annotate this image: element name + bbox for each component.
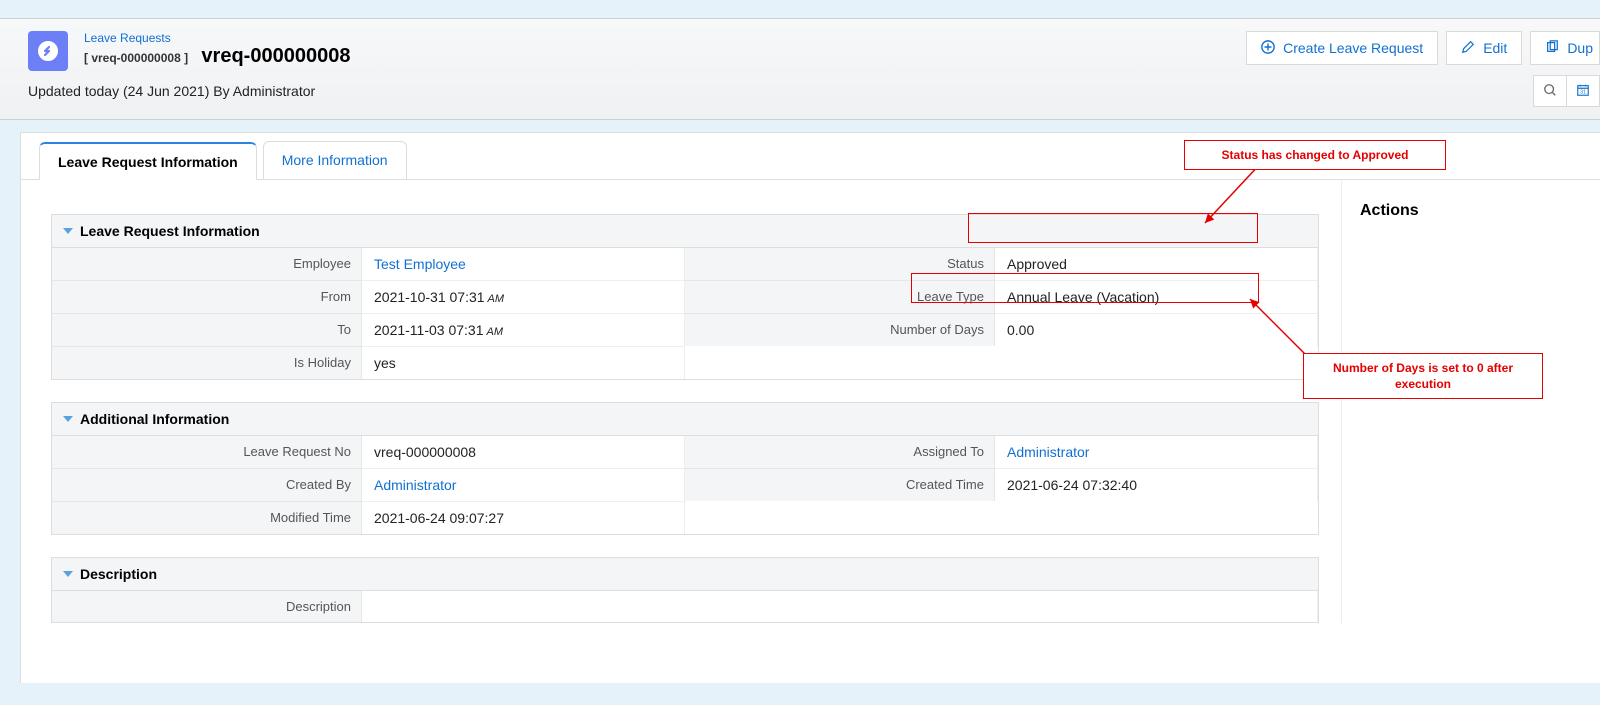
createdby-label: Created By	[52, 468, 362, 501]
createdtime-label: Created Time	[685, 468, 995, 501]
section-description-title: Description	[80, 566, 157, 582]
description-value	[362, 591, 1318, 622]
duplicate-button[interactable]: Dup	[1530, 31, 1600, 65]
reqno-label: Leave Request No	[52, 436, 362, 468]
plus-circle-icon	[1261, 40, 1275, 57]
assigned-value[interactable]: Administrator	[1007, 444, 1089, 460]
edit-button[interactable]: Edit	[1446, 31, 1522, 65]
pencil-icon	[1461, 40, 1475, 57]
status-value: Approved	[995, 248, 1318, 280]
tab-leave-request-info[interactable]: Leave Request Information	[39, 142, 257, 180]
to-label: To	[52, 313, 362, 346]
calendar-tool[interactable]: 31	[1566, 75, 1600, 107]
actions-title: Actions	[1360, 202, 1419, 219]
leavetype-value: Annual Leave (Vacation)	[995, 280, 1318, 313]
section-info: Leave Request Information Employee Test …	[51, 214, 1319, 380]
reqno-value: vreq-000000008	[362, 436, 685, 468]
numdays-label: Number of Days	[685, 313, 995, 346]
detail-column: Leave Request Information Employee Test …	[21, 180, 1341, 623]
actions-panel: Actions	[1341, 180, 1581, 623]
createdtime-value: 2021-06-24 07:32:40	[995, 468, 1318, 501]
annotation-status: Status has changed to Approved	[1184, 140, 1446, 170]
to-value: 2021-11-03 07:31	[374, 322, 484, 338]
record-id-bracket: [ vreq-000000008 ]	[84, 51, 188, 65]
section-additional-title: Additional Information	[80, 411, 229, 427]
to-ampm: AM	[487, 326, 504, 338]
updated-info: Updated today (24 Jun 2021) By Administr…	[28, 83, 1582, 99]
record-header: Leave Requests [ vreq-000000008 ] vreq-0…	[0, 18, 1600, 120]
from-label: From	[52, 280, 362, 313]
from-ampm: AM	[488, 293, 505, 305]
section-additional: Additional Information Leave Request No …	[51, 402, 1319, 535]
description-label: Description	[52, 591, 362, 622]
createdby-value[interactable]: Administrator	[374, 477, 456, 493]
section-info-header[interactable]: Leave Request Information	[51, 214, 1319, 247]
status-label: Status	[685, 248, 995, 280]
employee-value[interactable]: Test Employee	[374, 256, 466, 272]
duplicate-label: Dup	[1567, 40, 1593, 56]
calendar-icon: 31	[1576, 83, 1590, 100]
section-description: Description Description	[51, 557, 1319, 623]
leavetype-label: Leave Type	[685, 280, 995, 313]
create-button[interactable]: Create Leave Request	[1246, 31, 1438, 65]
module-icon	[28, 31, 68, 71]
annotation-numdays: Number of Days is set to 0 after executi…	[1303, 353, 1543, 399]
record-body: Leave Request Information More Informati…	[20, 132, 1600, 683]
section-description-header[interactable]: Description	[51, 557, 1319, 590]
search-tool[interactable]	[1533, 75, 1567, 107]
modified-label: Modified Time	[52, 501, 362, 534]
modified-value: 2021-06-24 09:07:27	[362, 501, 685, 534]
section-info-title: Leave Request Information	[80, 223, 260, 239]
search-icon	[1543, 83, 1557, 100]
record-title: vreq-000000008	[201, 45, 350, 67]
numdays-value: 0.00	[995, 313, 1318, 346]
copy-icon	[1545, 40, 1559, 57]
edit-label: Edit	[1483, 40, 1507, 56]
tab-label: More Information	[282, 152, 388, 168]
holiday-label: Is Holiday	[52, 346, 362, 379]
tab-label: Leave Request Information	[58, 154, 238, 170]
create-label: Create Leave Request	[1283, 40, 1423, 56]
chevron-down-icon	[62, 225, 74, 237]
chevron-down-icon	[62, 568, 74, 580]
holiday-value: yes	[362, 346, 685, 379]
module-name[interactable]: Leave Requests	[84, 31, 171, 45]
assigned-label: Assigned To	[685, 436, 995, 468]
chevron-down-icon	[62, 413, 74, 425]
employee-label: Employee	[52, 248, 362, 280]
from-value: 2021-10-31 07:31	[374, 289, 485, 305]
section-additional-header[interactable]: Additional Information	[51, 402, 1319, 435]
svg-text:31: 31	[1580, 89, 1586, 95]
tab-more-info[interactable]: More Information	[263, 141, 407, 179]
